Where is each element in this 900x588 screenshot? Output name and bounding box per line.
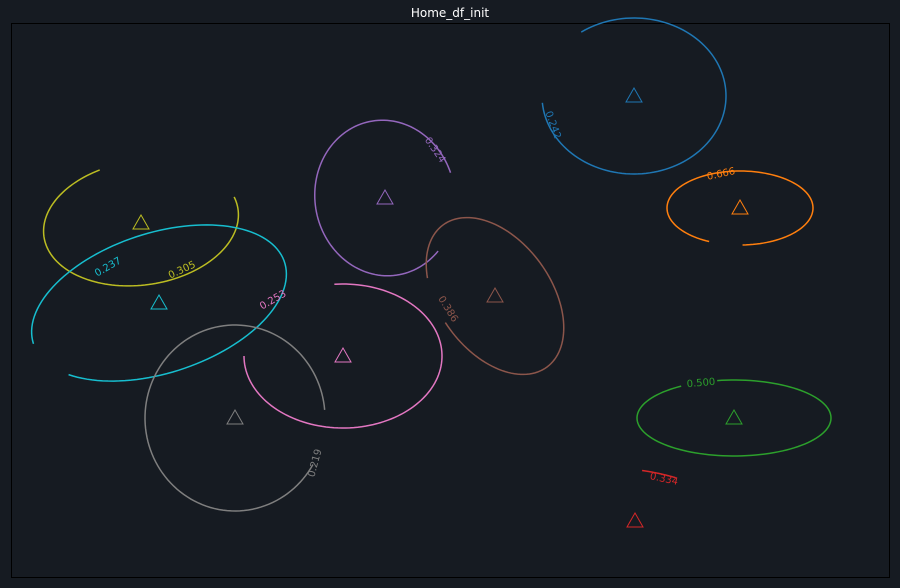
scatter-plot: 0.2420.6660.3050.2370.3240.3860.2530.219… bbox=[11, 17, 890, 578]
plot-area bbox=[11, 23, 890, 578]
